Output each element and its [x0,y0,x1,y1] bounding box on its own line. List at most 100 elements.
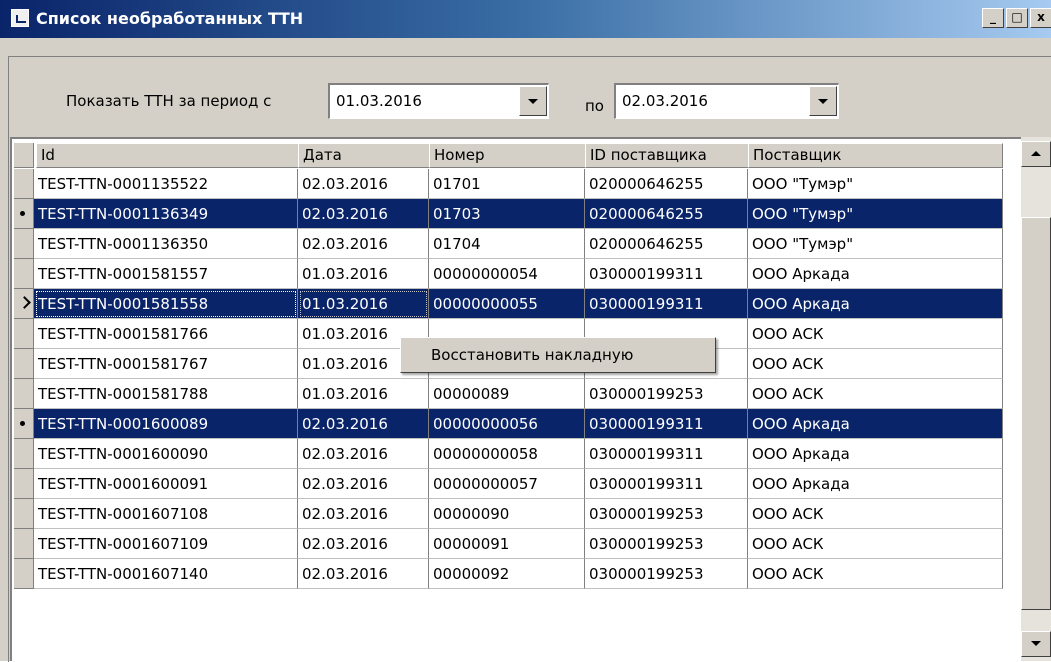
cell-date[interactable]: 02.03.2016 [298,439,429,469]
cell-supplier[interactable]: ООО АСК [748,529,1003,559]
cell-supplier-id[interactable]: 020000646255 [585,199,748,229]
cell-supplier[interactable]: ООО Аркада [748,409,1003,439]
cell-number[interactable]: 01704 [429,229,585,259]
maximize-button[interactable]: □ [1006,8,1028,28]
title-bar[interactable]: Список необработанных ТТН _ □ x [0,0,1051,38]
date-from-dropdown-button[interactable] [519,86,547,116]
cell-id[interactable]: TEST-TTN-0001600091 [34,469,298,499]
cell-number[interactable]: 01703 [429,199,585,229]
table-row[interactable]: TEST-TTN-0001581558 01.03.2016 00000000055… [12,289,1012,319]
current-row-indicator[interactable] [14,289,34,319]
cell-id[interactable]: TEST-TTN-0001581766 [34,319,298,349]
table-row[interactable]: TEST-TTN-0001607108 02.03.2016 00000090 030… [12,499,1012,529]
table-row[interactable]: TEST-TTN-0001135522 02.03.2016 01701 020000… [12,169,1012,199]
cell-id[interactable]: TEST-TTN-0001607109 [34,529,298,559]
column-header-supplier[interactable]: Поставщик [748,143,1003,168]
cell-date[interactable]: 02.03.2016 [298,169,429,199]
cell-id[interactable]: TEST-TTN-0001600090 [34,439,298,469]
cell-number[interactable]: 00000091 [429,529,585,559]
cell-number[interactable]: 00000000057 [429,469,585,499]
table-row[interactable]: TEST-TTN-0001600091 02.03.2016 00000000057… [12,469,1012,499]
cell-supplier-id[interactable]: 030000199311 [585,469,748,499]
cell-date[interactable]: 02.03.2016 [298,229,429,259]
cell-number[interactable]: 00000000058 [429,439,585,469]
cell-id[interactable]: TEST-TTN-0001135522 [34,169,298,199]
cell-supplier[interactable]: ООО АСК [748,349,1003,379]
cell-supplier[interactable]: ООО "Тумэр" [748,199,1003,229]
minimize-button[interactable]: _ [982,8,1004,28]
cell-id[interactable]: TEST-TTN-0001581557 [34,259,298,289]
row-indicator[interactable] [14,379,34,409]
row-indicator[interactable] [14,469,34,499]
row-indicator[interactable] [14,229,34,259]
cell-date[interactable]: 01.03.2016 [298,289,429,319]
cell-supplier-id[interactable]: 020000646255 [585,229,748,259]
cell-number[interactable]: 00000090 [429,499,585,529]
cell-number[interactable]: 00000000055 [429,289,585,319]
cell-id[interactable]: TEST-TTN-0001581788 [34,379,298,409]
cell-supplier-id[interactable]: 030000199253 [585,379,748,409]
table-row[interactable]: TEST-TTN-0001607109 02.03.2016 00000091 030… [12,529,1012,559]
cell-date[interactable]: 02.03.2016 [298,499,429,529]
cell-supplier[interactable]: ООО Аркада [748,289,1003,319]
table-row[interactable]: TEST-TTN-0001581788 01.03.2016 00000089 030… [12,379,1012,409]
date-from-combo[interactable]: 01.03.2016 [328,83,549,119]
column-header-date[interactable]: Дата [298,143,438,168]
cell-supplier-id[interactable]: 030000199253 [585,559,748,589]
cell-id[interactable]: TEST-TTN-0001581558 [34,289,298,319]
cell-supplier-id[interactable]: 030000199311 [585,439,748,469]
column-header-id[interactable]: Id [36,143,307,168]
cell-supplier-id[interactable]: 030000199311 [585,409,748,439]
cell-supplier-id[interactable]: 030000199253 [585,499,748,529]
cell-supplier[interactable]: ООО АСК [748,499,1003,529]
cell-number[interactable]: 00000000056 [429,409,585,439]
table-row[interactable]: TEST-TTN-0001600089 02.03.2016 00000000056… [12,409,1012,439]
vertical-scrollbar[interactable] [1021,137,1051,661]
row-indicator[interactable] [14,259,34,289]
cell-supplier[interactable]: ООО "Тумэр" [748,169,1003,199]
cell-number[interactable]: 00000000054 [429,259,585,289]
row-indicator[interactable] [14,349,34,379]
cell-supplier[interactable]: ООО АСК [748,559,1003,589]
row-indicator[interactable] [14,169,34,199]
cell-supplier[interactable]: ООО Аркада [748,469,1003,499]
table-row[interactable]: TEST-TTN-0001600090 02.03.2016 00000000058… [12,439,1012,469]
cell-id[interactable]: TEST-TTN-0001607140 [34,559,298,589]
table-row[interactable]: TEST-TTN-0001607140 02.03.2016 00000092 030… [12,559,1012,589]
cell-number[interactable]: 00000089 [429,379,585,409]
cell-supplier[interactable]: ООО Аркада [748,439,1003,469]
cell-supplier-id[interactable]: 030000199311 [585,259,748,289]
cell-supplier-id[interactable]: 020000646255 [585,169,748,199]
app-icon[interactable] [11,9,29,27]
cell-id[interactable]: TEST-TTN-0001136350 [34,229,298,259]
context-menu-item-restore[interactable]: Восстановить накладную [431,346,633,364]
date-to-dropdown-button[interactable] [809,86,837,116]
cell-id[interactable]: TEST-TTN-0001607108 [34,499,298,529]
cell-number[interactable]: 00000092 [429,559,585,589]
row-indicator[interactable] [14,439,34,469]
scroll-thumb[interactable] [1021,217,1051,610]
cell-supplier-id[interactable]: 030000199253 [585,529,748,559]
row-indicator[interactable] [14,559,34,589]
cell-id[interactable]: TEST-TTN-0001581767 [34,349,298,379]
cell-number[interactable]: 01701 [429,169,585,199]
close-button[interactable]: x [1030,8,1051,28]
cell-date[interactable]: 02.03.2016 [298,469,429,499]
cell-supplier[interactable]: ООО Аркада [748,259,1003,289]
column-header-supplier-id[interactable]: ID поставщика [585,143,757,168]
ttn-table[interactable]: Id Дата Номер ID поставщика Поставщик TE… [10,137,1051,661]
scroll-up-button[interactable] [1021,141,1051,167]
cell-date[interactable]: 02.03.2016 [298,199,429,229]
cell-date[interactable]: 02.03.2016 [298,559,429,589]
cell-date[interactable]: 02.03.2016 [298,409,429,439]
cell-id[interactable]: TEST-TTN-0001600089 [34,409,298,439]
table-row[interactable]: TEST-TTN-0001136350 02.03.2016 01704 020000… [12,229,1012,259]
date-to-combo[interactable]: 02.03.2016 [614,83,839,119]
cell-supplier-id[interactable]: 030000199311 [585,289,748,319]
cell-supplier[interactable]: ООО "Тумэр" [748,229,1003,259]
cell-id[interactable]: TEST-TTN-0001136349 [34,199,298,229]
scroll-down-button[interactable] [1021,631,1051,657]
row-indicator[interactable] [14,499,34,529]
selected-row-indicator[interactable] [14,199,34,229]
table-row[interactable]: TEST-TTN-0001581557 01.03.2016 00000000054… [12,259,1012,289]
